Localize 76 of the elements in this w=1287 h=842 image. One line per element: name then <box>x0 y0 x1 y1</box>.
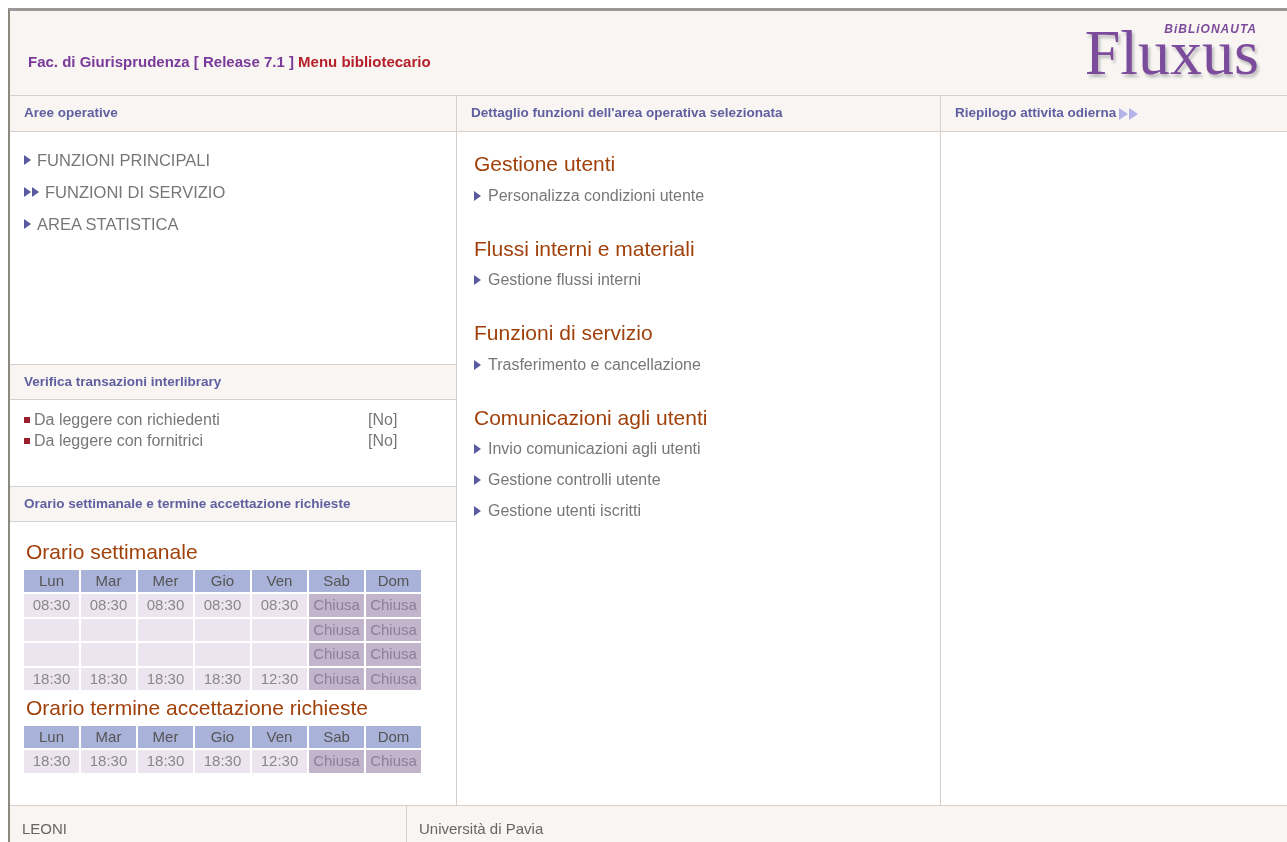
function-link[interactable]: Gestione controlli utente <box>474 468 940 492</box>
panel-heading: Dettaglio funzioni dell'area operativa selezionata <box>457 96 940 132</box>
schedule-cell: 12:30 <box>252 667 307 690</box>
section-title: Orario settimanale <box>26 539 199 565</box>
section-title: Funzioni di servizio <box>474 320 654 346</box>
bullet-icon <box>24 438 30 445</box>
double-arrow-icon[interactable] <box>1119 107 1140 120</box>
institution-name: Università di Pavia <box>418 819 544 839</box>
schedule-cell: 12:30 <box>252 750 307 773</box>
panel-heading: Orario settimanale e termine accettazione richieste <box>10 486 456 522</box>
day-header: Gio <box>195 725 250 748</box>
schedule-cell: Chiusa <box>366 643 421 666</box>
panel-heading: Riepilogo attivita odierna <box>955 104 1117 123</box>
schedule-cell: 18:30 <box>138 667 193 690</box>
schedule-cell: Chiusa <box>309 594 364 617</box>
day-header: Mar <box>81 569 136 592</box>
day-header: Dom <box>366 725 421 748</box>
schedule-cell: Chiusa <box>309 667 364 690</box>
panel-heading: Aree operative <box>10 96 456 132</box>
schedule-cell: 18:30 <box>24 750 79 773</box>
arrow-icon <box>474 275 482 285</box>
day-header: Mer <box>138 569 193 592</box>
section-title: Gestione utenti <box>474 151 617 177</box>
menu-item[interactable]: AREA STATISTICA <box>24 211 179 237</box>
function-link[interactable]: Trasferimento e cancellazione <box>474 352 940 377</box>
schedule-cell: Chiusa <box>366 594 421 617</box>
section-title: Comunicazioni agli utenti <box>474 404 709 431</box>
schedule-cell: 18:30 <box>81 667 136 690</box>
schedule-cell: 18:30 <box>195 750 250 773</box>
menu-title: Menu bibliotecario <box>298 52 431 70</box>
bullet-icon <box>24 417 30 424</box>
day-header: Gio <box>195 569 250 592</box>
day-header: Sab <box>309 725 364 748</box>
day-header: Ven <box>252 725 307 748</box>
day-header: Mar <box>81 725 136 748</box>
schedule-cell: 08:30 <box>252 594 307 617</box>
arrow-icon <box>474 506 482 516</box>
function-link[interactable]: Gestione flussi interni <box>474 268 940 292</box>
day-header: Ven <box>252 569 307 592</box>
schedule-cell: Chiusa <box>366 750 421 773</box>
day-header: Lun <box>24 725 79 748</box>
arrow-icon <box>474 359 482 370</box>
section-title: Orario termine accettazione richieste <box>26 695 369 721</box>
schedule-cell: Chiusa <box>366 667 421 690</box>
schedule-cell: Chiusa <box>366 618 421 641</box>
status-value: [No] <box>368 410 398 430</box>
function-link[interactable]: Gestione utenti iscritti <box>474 499 940 523</box>
function-link[interactable]: Invio comunicazioni agli utenti <box>474 437 940 461</box>
panel-heading: Verifica transazioni interlibrary <box>10 364 456 400</box>
schedule-cell: Chiusa <box>309 750 364 773</box>
schedule-cell: 08:30 <box>81 594 136 617</box>
arrow-icon <box>474 190 482 201</box>
schedule-cell: Chiusa <box>309 643 364 666</box>
day-header: Dom <box>366 569 421 592</box>
schedule-cell: 18:30 <box>24 667 79 690</box>
arrow-icon <box>474 444 482 454</box>
page-title: Fac. di Giurisprudenza [ Release 7.1 ] <box>28 52 295 70</box>
arrow-icon <box>474 475 482 485</box>
schedule-cell: Chiusa <box>309 618 364 641</box>
schedule-cell: 08:30 <box>24 594 79 617</box>
schedule-cell: 18:30 <box>195 667 250 690</box>
day-header: Lun <box>24 569 79 592</box>
section-title: Flussi interni e materiali <box>474 235 696 262</box>
menu-item[interactable]: FUNZIONI PRINCIPALI <box>24 148 210 173</box>
day-header: Sab <box>309 569 364 592</box>
day-header: Mer <box>138 725 193 748</box>
status-value: [No] <box>368 430 398 451</box>
schedule-cell: 08:30 <box>138 594 193 617</box>
user-name: LEONI <box>10 806 407 842</box>
schedule-cell: 18:30 <box>81 750 136 773</box>
schedule-cell: 08:30 <box>195 594 250 617</box>
status-label: Da leggere con fornitrici <box>34 430 204 451</box>
function-link[interactable]: Personalizza condizioni utente <box>474 183 940 208</box>
menu-item[interactable]: FUNZIONI DI SERVIZIO <box>24 179 226 205</box>
status-label: Da leggere con richiedenti <box>34 410 221 430</box>
schedule-cell: 18:30 <box>138 750 193 773</box>
